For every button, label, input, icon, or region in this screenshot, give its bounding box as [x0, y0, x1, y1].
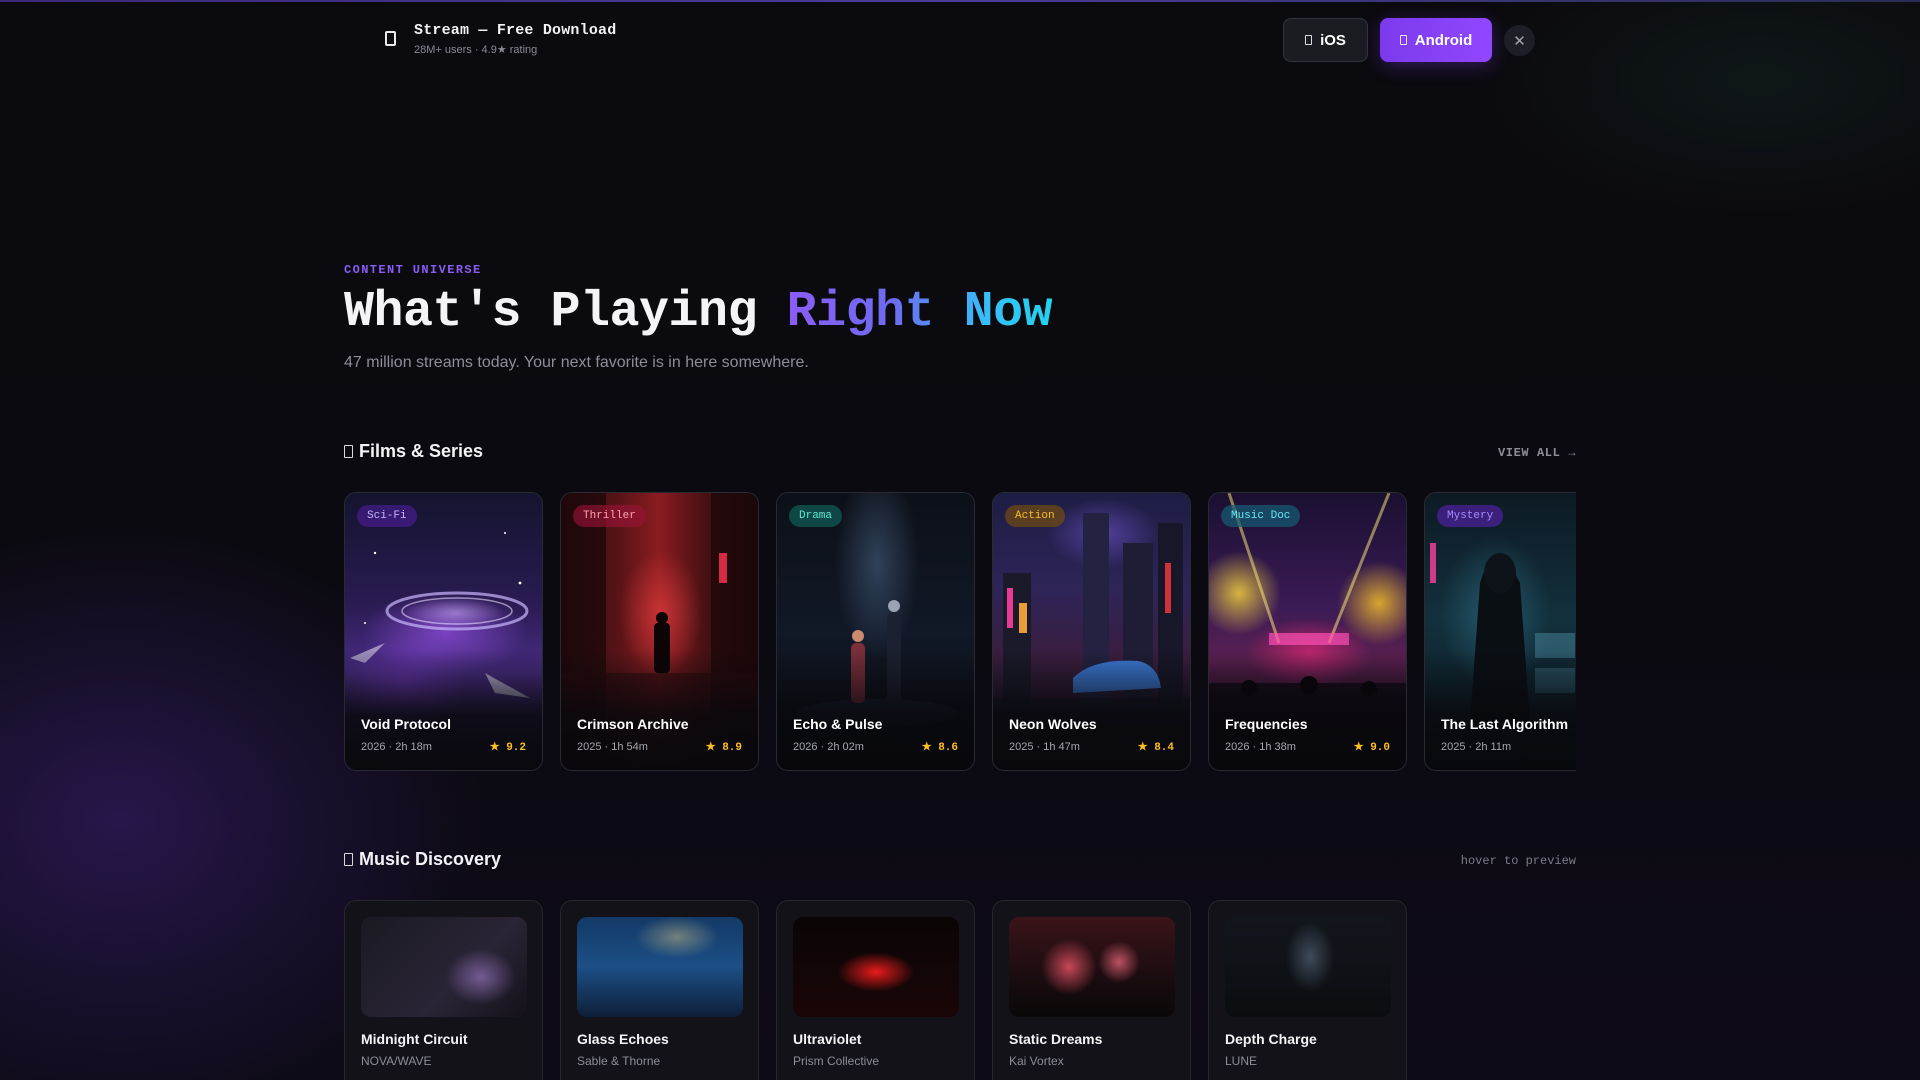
film-meta: 2026 · 1h 38m [1225, 741, 1296, 753]
genre-badge: Mystery [1437, 505, 1504, 527]
view-all-link[interactable]: VIEW ALL → [1498, 446, 1576, 460]
music-card[interactable]: Static Dreams Kai Vortex [992, 900, 1191, 1080]
track-artist: LUNE [1225, 1054, 1258, 1068]
films-title-text: Films & Series [359, 441, 484, 461]
album-art [361, 917, 527, 1017]
film-title: Crimson Archive [577, 716, 689, 732]
film-card[interactable]: Mystery The Last Algorithm 2025 · 2h 11m… [1424, 492, 1576, 771]
hero-title-main: What's Playing [344, 284, 787, 341]
hero-title-accent: Right Now [786, 284, 1053, 341]
track-title: Ultraviolet [793, 1031, 862, 1047]
track-artist: NOVA/WAVE [361, 1054, 432, 1068]
film-title: Frequencies [1225, 716, 1308, 732]
music-note-icon [344, 853, 353, 866]
track-title: Midnight Circuit [361, 1031, 468, 1047]
film-title: Neon Wolves [1009, 716, 1097, 732]
film-card[interactable]: Drama Echo & Pulse 2026 · 2h 02m ★ 8.6 [776, 492, 975, 771]
close-banner-button[interactable]: ✕ [1504, 25, 1535, 56]
android-button-label: Android [1414, 31, 1473, 49]
track-title: Depth Charge [1225, 1031, 1317, 1047]
hero-subtitle: 47 million streams today. Your next favo… [344, 354, 809, 371]
album-art [793, 917, 959, 1017]
film-meta: 2026 · 2h 18m [361, 741, 432, 753]
music-title-text: Music Discovery [359, 849, 502, 869]
album-art [1009, 917, 1175, 1017]
film-title: The Last Algorithm [1441, 716, 1569, 732]
banner-text: Stream — Free Download 28M+ users · 4.9★… [414, 22, 616, 56]
hover-preview-hint: hover to preview [1460, 854, 1576, 868]
films-section-title: Films & Series [344, 441, 483, 462]
track-artist: Sable & Thorne [577, 1054, 661, 1068]
apple-icon [1305, 35, 1313, 45]
music-card[interactable]: Midnight Circuit NOVA/WAVE [344, 900, 543, 1080]
android-icon [1399, 35, 1407, 45]
phone-icon [385, 31, 396, 46]
track-title: Glass Echoes [577, 1031, 669, 1047]
films-section-header: Films & Series VIEW ALL → [344, 441, 1576, 465]
hero-eyebrow: CONTENT UNIVERSE [344, 263, 482, 277]
genre-badge: Music Doc [1221, 505, 1301, 527]
film-rating: ★ 8.9 [705, 742, 742, 754]
film-card[interactable]: Music Doc Frequencies 2026 · 1h 38m ★ 9.… [1208, 492, 1407, 771]
album-art [1225, 917, 1391, 1017]
track-artist: Prism Collective [793, 1054, 880, 1068]
track-title: Static Dreams [1009, 1031, 1103, 1047]
track-artist: Kai Vortex [1009, 1054, 1064, 1068]
genre-badge: Action [1005, 505, 1065, 527]
music-section-title: Music Discovery [344, 849, 501, 870]
film-title: Void Protocol [361, 716, 451, 732]
music-section-header: Music Discovery hover to preview [344, 849, 1576, 873]
film-icon [344, 445, 353, 458]
android-download-button[interactable]: Android [1380, 18, 1492, 62]
film-rating: ★ 9.0 [1353, 742, 1390, 754]
film-card[interactable]: Action Neon Wolves 2025 · 1h 47m ★ 8.4 [992, 492, 1191, 771]
film-meta: 2025 · 2h 11m [1441, 741, 1512, 753]
film-meta: 2025 · 1h 54m [577, 741, 648, 753]
genre-badge: Thriller [573, 505, 646, 527]
page-title: What's Playing Right Now [344, 284, 1053, 341]
music-card[interactable]: Ultraviolet Prism Collective [776, 900, 975, 1080]
film-meta: 2025 · 1h 47m [1009, 741, 1080, 753]
banner-subtitle: 28M+ users · 4.9★ rating [414, 44, 538, 56]
genre-badge: Sci-Fi [357, 505, 417, 527]
ios-download-button[interactable]: iOS [1283, 18, 1368, 62]
films-carousel[interactable]: Sci-Fi Void Protocol 2026 · 2h 18m ★ 9.2… [344, 492, 1576, 772]
film-card[interactable]: Thriller Crimson Archive 2025 · 1h 54m ★… [560, 492, 759, 771]
download-banner: Stream — Free Download 28M+ users · 4.9★… [0, 2, 1920, 76]
music-card[interactable]: Depth Charge LUNE [1208, 900, 1407, 1080]
film-card[interactable]: Sci-Fi Void Protocol 2026 · 2h 18m ★ 9.2 [344, 492, 543, 771]
film-rating: ★ 8.4 [1137, 742, 1174, 754]
film-rating: ★ 8.6 [921, 742, 958, 754]
album-art [577, 917, 743, 1017]
film-title: Echo & Pulse [793, 716, 883, 732]
film-meta: 2026 · 2h 02m [793, 741, 864, 753]
banner-title: Stream — Free Download [414, 22, 617, 39]
genre-badge: Drama [789, 505, 843, 527]
film-rating: ★ 9.2 [489, 742, 526, 754]
close-icon: ✕ [1513, 32, 1526, 50]
ios-button-label: iOS [1320, 31, 1346, 49]
music-card[interactable]: Glass Echoes Sable & Thorne [560, 900, 759, 1080]
